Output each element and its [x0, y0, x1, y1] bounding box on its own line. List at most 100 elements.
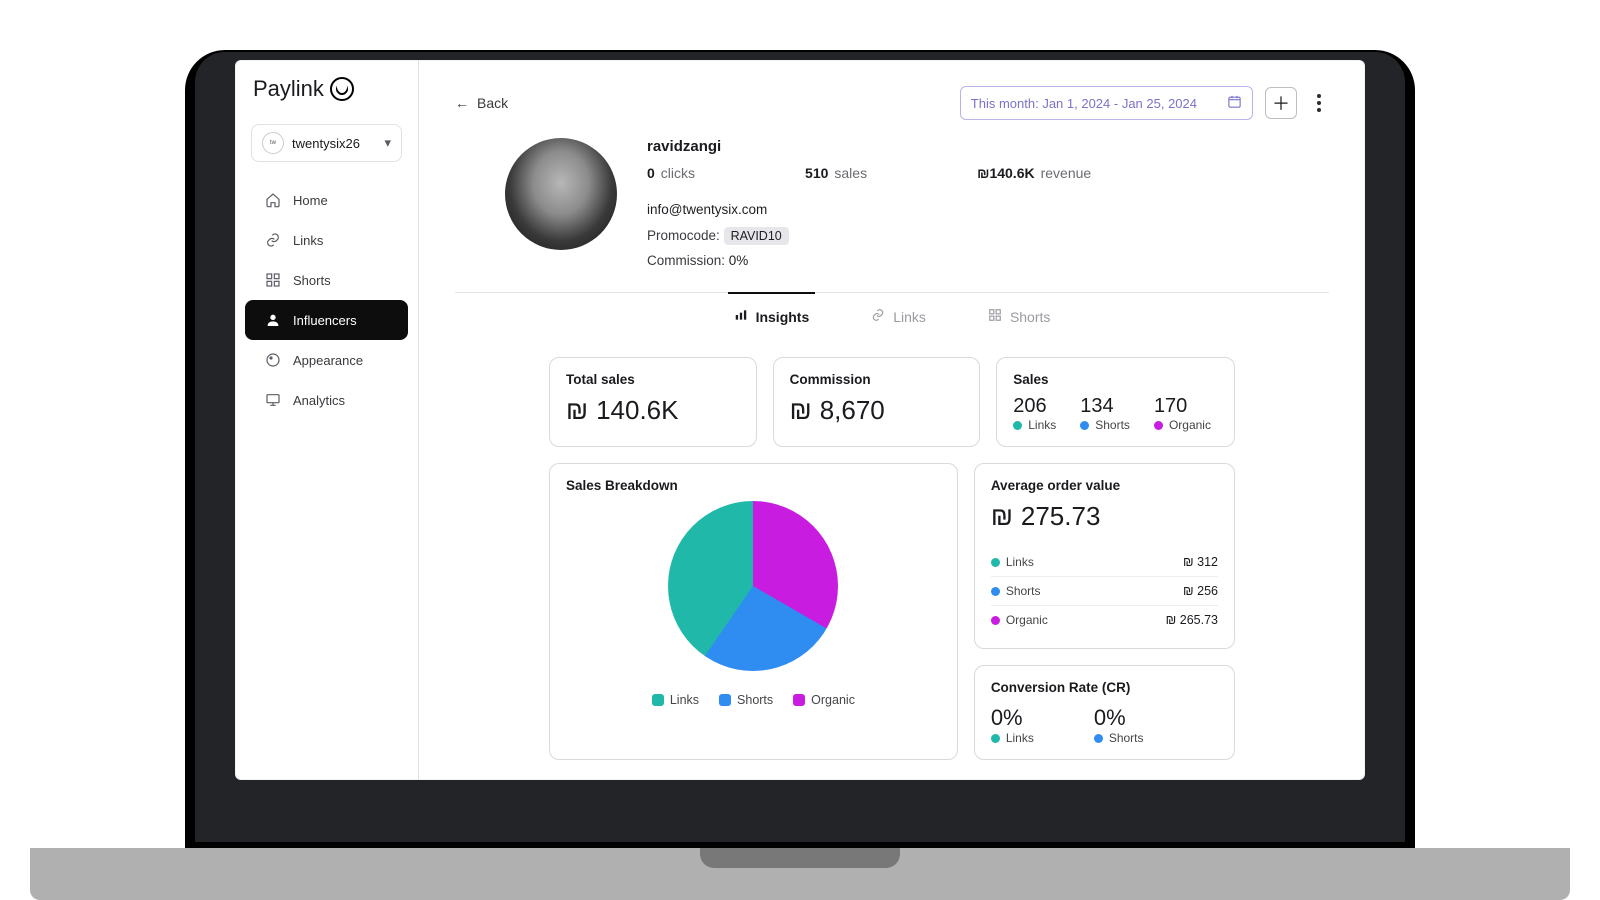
promocode-chip: RAVID10 [724, 227, 789, 245]
aov-row-value: ₪ 256 [1183, 584, 1218, 598]
sales-organic-label: Organic [1169, 418, 1211, 432]
brand-name: Paylink [253, 76, 324, 102]
total-sales-value: 140.6K [596, 395, 678, 426]
aov-value: 275.73 [1021, 501, 1101, 532]
workspace-selector[interactable]: tw twentysix26 ▾ [251, 124, 402, 162]
stat-revenue-label: revenue [1041, 165, 1092, 181]
dot-teal-icon [991, 734, 1000, 743]
pie-chart [668, 501, 838, 671]
sidebar-label-influencers: Influencers [293, 313, 357, 328]
aov-row-label: Shorts [1006, 584, 1041, 598]
sidebar: Paylink tw twentysix26 ▾ Home [235, 60, 419, 780]
cr-title: Conversion Rate (CR) [991, 680, 1218, 695]
commission-value: 0% [729, 253, 749, 268]
more-menu[interactable] [1309, 94, 1329, 112]
app-screen: Paylink tw twentysix26 ▾ Home [235, 60, 1365, 780]
card-total-sales-title: Total sales [566, 372, 740, 387]
legend-organic: Organic [811, 693, 855, 707]
tab-insights-label: Insights [756, 309, 810, 325]
sidebar-label-analytics: Analytics [293, 393, 345, 408]
sidebar-item-home[interactable]: Home [245, 180, 408, 220]
aov-row: Shorts ₪ 256 [991, 576, 1218, 605]
profile-avatar [505, 138, 617, 250]
stat-sales-value: 510 [805, 165, 828, 181]
stat-sales-label: sales [834, 165, 867, 181]
sidebar-item-shorts[interactable]: Shorts [245, 260, 408, 300]
aov-row: Links₪ 312 [991, 548, 1218, 576]
legend-swatch-teal-icon [652, 694, 664, 706]
card-total-sales: Total sales ₪ 140.6K [549, 357, 757, 447]
stat-clicks-label: clicks [661, 165, 695, 181]
currency-symbol: ₪ [991, 501, 1013, 532]
sidebar-label-appearance: Appearance [293, 353, 363, 368]
cr-shorts-value: 0% [1094, 705, 1144, 731]
aov-row-value: ₪ 312 [1183, 555, 1218, 569]
card-sales-title: Sales [1013, 372, 1218, 387]
card-sales-breakdown: Sales Breakdown Links Shorts Organic [549, 463, 958, 760]
card-commission: Commission ₪ 8,670 [773, 357, 981, 447]
plus-icon: ＋ [1272, 90, 1290, 116]
dot-magenta-icon [1154, 421, 1163, 430]
sidebar-item-analytics[interactable]: Analytics [245, 380, 408, 420]
tab-links-label: Links [893, 309, 926, 325]
currency-symbol: ₪ [790, 395, 812, 426]
tab-links[interactable]: Links [865, 292, 932, 339]
aov-title: Average order value [991, 478, 1218, 493]
back-label: Back [477, 95, 508, 111]
sidebar-label-home: Home [293, 193, 328, 208]
arrow-left-icon: ← [455, 95, 469, 111]
dot-blue-icon [1080, 421, 1089, 430]
legend-swatch-blue-icon [719, 694, 731, 706]
currency-symbol: ₪ [566, 395, 588, 426]
commission-card-value: 8,670 [820, 395, 885, 426]
profile-email: info@twentysix.com [647, 197, 1329, 223]
tab-insights[interactable]: Insights [728, 292, 816, 339]
cr-links-label: Links [1006, 731, 1034, 745]
sidebar-label-shorts: Shorts [293, 273, 331, 288]
link-icon [265, 232, 281, 248]
back-button[interactable]: ← Back [455, 95, 508, 111]
date-range-picker[interactable]: This month: Jan 1, 2024 - Jan 25, 2024 [960, 86, 1253, 120]
tab-shorts-label: Shorts [1010, 309, 1050, 325]
sidebar-item-links[interactable]: Links [245, 220, 408, 260]
dot-blue-icon [991, 587, 1000, 596]
card-sales: Sales 206 Links 134 Shorts [996, 357, 1235, 447]
main-content: ← Back This month: Jan 1, 2024 - Jan 25,… [419, 60, 1365, 780]
dot-teal-icon [991, 558, 1000, 567]
grid-icon [265, 272, 281, 288]
monitor-icon [265, 392, 281, 408]
legend-links: Links [670, 693, 699, 707]
date-range-label: This month: Jan 1, 2024 - Jan 25, 2024 [971, 96, 1197, 111]
add-button[interactable]: ＋ [1265, 87, 1297, 119]
calendar-icon [1227, 94, 1242, 112]
grid-icon [988, 308, 1002, 325]
commission-label: Commission: [647, 253, 725, 268]
profile-stats: 0 clicks 510 sales ₪140.6K revenue [647, 165, 1329, 181]
dot-teal-icon [1013, 421, 1022, 430]
link-icon [871, 308, 885, 325]
sales-shorts-label: Shorts [1095, 418, 1130, 432]
sidebar-item-influencers[interactable]: Influencers [245, 300, 408, 340]
chevron-down-icon: ▾ [384, 135, 391, 151]
tab-shorts[interactable]: Shorts [982, 292, 1056, 339]
palette-icon [265, 352, 281, 368]
cr-links-value: 0% [991, 705, 1034, 731]
brand-logo: Paylink [235, 76, 418, 112]
profile-username: ravidzangi [647, 138, 1329, 155]
legend-shorts: Shorts [737, 693, 773, 707]
sales-shorts-value: 134 [1080, 395, 1113, 418]
promocode-label: Promocode: [647, 228, 720, 243]
sidebar-item-appearance[interactable]: Appearance [245, 340, 408, 380]
stat-revenue-value: ₪140.6K [977, 165, 1035, 181]
stat-clicks-value: 0 [647, 165, 655, 181]
card-aov: Average order value ₪275.73 Links₪ 312Sh… [974, 463, 1235, 649]
person-icon [265, 312, 281, 328]
breakdown-title: Sales Breakdown [566, 478, 941, 493]
dot-blue-icon [1094, 734, 1103, 743]
sales-links-label: Links [1028, 418, 1056, 432]
laptop-frame: Paylink tw twentysix26 ▾ Home [185, 50, 1415, 850]
laptop-base [30, 848, 1570, 900]
aov-row: Organic₪ 265.73 [991, 605, 1218, 634]
card-commission-title: Commission [790, 372, 964, 387]
aov-list: Links₪ 312 Shorts ₪ 256 Organic₪ 265.73 [991, 548, 1218, 634]
